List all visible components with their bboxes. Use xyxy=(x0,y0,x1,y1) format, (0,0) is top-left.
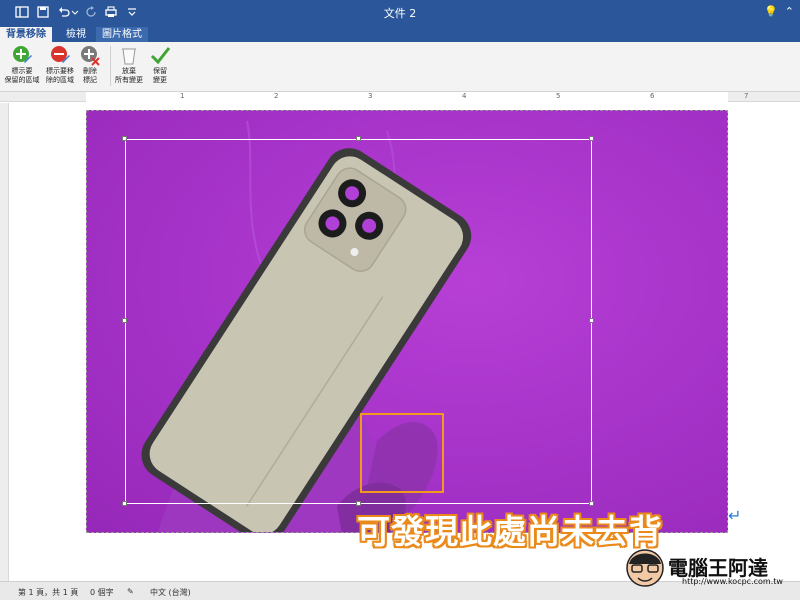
resize-handle[interactable] xyxy=(122,501,127,506)
lightbulb-icon[interactable]: 💡 xyxy=(764,5,778,18)
delete-mark-icon xyxy=(81,46,100,66)
delete-mark-button[interactable]: 刪除 標記 xyxy=(68,44,112,85)
ribbon: 標示要 保留的區域 標示要移 除的區域 刪除 標記 放棄 所有變更 保留 變更 xyxy=(0,42,800,92)
plus-pencil-icon xyxy=(13,46,32,63)
resize-handle[interactable] xyxy=(356,136,361,141)
keep-changes-button[interactable]: 保留 變更 xyxy=(138,44,182,85)
horizontal-ruler[interactable]: 1 2 3 4 5 6 7 xyxy=(0,92,800,102)
resize-handle[interactable] xyxy=(589,136,594,141)
language-indicator[interactable]: 中文 (台灣) xyxy=(150,587,191,598)
ruler-number: 6 xyxy=(650,92,655,100)
resize-handle[interactable] xyxy=(589,318,594,323)
removal-selection-frame[interactable] xyxy=(125,139,592,504)
keep-changes-label: 保留 變更 xyxy=(153,67,167,84)
paragraph-return-icon: ↵ xyxy=(728,506,742,525)
tab-background-removal[interactable]: 背景移除 xyxy=(0,27,52,42)
highlight-box xyxy=(360,413,444,493)
ruler-number: 3 xyxy=(368,92,373,100)
tab-picture-format[interactable]: 圖片格式 xyxy=(96,27,148,42)
delete-mark-label: 刪除 標記 xyxy=(83,67,97,84)
watermark-url: http://www.kocpc.com.tw xyxy=(682,577,783,586)
ruler-number: 2 xyxy=(274,92,279,100)
checkmark-icon xyxy=(150,47,171,65)
share-icon[interactable]: ⌃ xyxy=(785,5,794,18)
vertical-ruler[interactable] xyxy=(0,103,9,581)
proofing-icon[interactable]: ✎ xyxy=(127,587,134,596)
mascot-logo-icon xyxy=(626,549,664,587)
ribbon-tabs: 背景移除 檢視 圖片格式 xyxy=(0,25,800,42)
page-count[interactable]: 第 1 頁，共 1 頁 xyxy=(18,587,78,598)
ruler-number: 4 xyxy=(462,92,467,100)
title-bar: 文件 2 💡 ⌃ xyxy=(0,0,800,25)
ruler-number: 5 xyxy=(556,92,561,100)
ruler-number: 1 xyxy=(180,92,185,100)
ruler-number: 7 xyxy=(744,92,749,100)
resize-handle[interactable] xyxy=(122,136,127,141)
resize-handle[interactable] xyxy=(122,318,127,323)
trash-icon xyxy=(122,48,136,65)
word-count[interactable]: 0 個字 xyxy=(90,587,114,598)
tab-view[interactable]: 檢視 xyxy=(60,27,92,42)
watermark: 電腦王阿達 http://www.kocpc.com.tw xyxy=(624,544,794,594)
document-title: 文件 2 xyxy=(383,7,417,20)
annotation-caption: 可發現此處尚未去背 xyxy=(357,512,663,551)
